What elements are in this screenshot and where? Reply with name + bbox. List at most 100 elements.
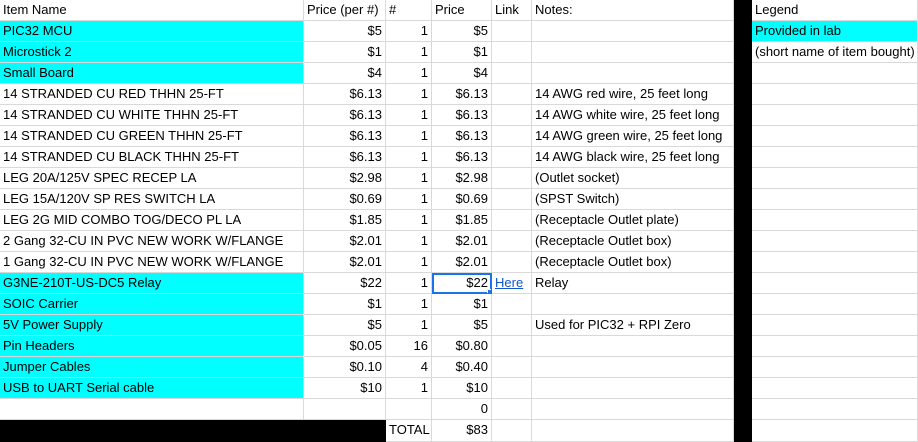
empty-cell[interactable] bbox=[752, 189, 918, 210]
price-cell[interactable]: $4 bbox=[432, 63, 492, 84]
legend-short-name[interactable]: (short name of item bought) bbox=[752, 42, 918, 63]
price-cell[interactable]: $10 bbox=[432, 378, 492, 399]
notes-cell[interactable]: (Outlet socket) bbox=[532, 168, 734, 189]
link-cell[interactable] bbox=[492, 252, 532, 273]
price-cell[interactable]: $0.80 bbox=[432, 336, 492, 357]
empty-cell[interactable] bbox=[752, 336, 918, 357]
empty-cell[interactable] bbox=[752, 105, 918, 126]
link-cell[interactable] bbox=[492, 231, 532, 252]
item-name-cell[interactable]: G3NE-210T-US-DC5 Relay bbox=[0, 273, 304, 294]
notes-cell[interactable]: 14 AWG red wire, 25 feet long bbox=[532, 84, 734, 105]
price-cell[interactable]: $1.85 bbox=[432, 210, 492, 231]
price-cell[interactable]: $6.13 bbox=[432, 147, 492, 168]
notes-cell[interactable] bbox=[532, 63, 734, 84]
qty-cell[interactable]: 1 bbox=[386, 84, 432, 105]
qty-cell[interactable]: 1 bbox=[386, 294, 432, 315]
zero-value-cell[interactable]: 0 bbox=[432, 399, 492, 420]
fill-handle[interactable] bbox=[487, 289, 491, 293]
empty-cell[interactable] bbox=[492, 399, 532, 420]
item-name-cell[interactable]: USB to UART Serial cable bbox=[0, 378, 304, 399]
price-cell[interactable]: $0.69 bbox=[432, 189, 492, 210]
link-cell[interactable] bbox=[492, 294, 532, 315]
link-here[interactable]: Here bbox=[495, 275, 523, 290]
price-cell[interactable]: $2.01 bbox=[432, 252, 492, 273]
item-name-cell[interactable]: LEG 20A/125V SPEC RECEP LA bbox=[0, 168, 304, 189]
total-value[interactable]: $83 bbox=[432, 420, 492, 442]
price-cell[interactable]: $2.98 bbox=[432, 168, 492, 189]
price-per-cell[interactable]: $1.85 bbox=[304, 210, 386, 231]
empty-cell[interactable] bbox=[752, 378, 918, 399]
price-per-cell[interactable]: $22 bbox=[304, 273, 386, 294]
item-name-cell[interactable]: Pin Headers bbox=[0, 336, 304, 357]
notes-cell[interactable]: 14 AWG black wire, 25 feet long bbox=[532, 147, 734, 168]
qty-cell[interactable]: 1 bbox=[386, 168, 432, 189]
item-name-cell[interactable]: 14 STRANDED CU BLACK THHN 25-FT bbox=[0, 147, 304, 168]
empty-cell[interactable] bbox=[752, 231, 918, 252]
item-name-cell[interactable]: Jumper Cables bbox=[0, 357, 304, 378]
notes-cell[interactable] bbox=[532, 294, 734, 315]
black-fill-cell[interactable] bbox=[304, 420, 386, 442]
notes-cell[interactable]: 14 AWG green wire, 25 feet long bbox=[532, 126, 734, 147]
link-cell[interactable] bbox=[492, 147, 532, 168]
empty-cell[interactable] bbox=[532, 399, 734, 420]
notes-cell[interactable]: (Receptacle Outlet plate) bbox=[532, 210, 734, 231]
empty-cell[interactable] bbox=[752, 147, 918, 168]
price-per-cell[interactable]: $2.98 bbox=[304, 168, 386, 189]
item-name-cell[interactable]: 14 STRANDED CU RED THHN 25-FT bbox=[0, 84, 304, 105]
qty-cell[interactable]: 1 bbox=[386, 252, 432, 273]
item-name-cell[interactable]: 5V Power Supply bbox=[0, 315, 304, 336]
link-cell[interactable] bbox=[492, 357, 532, 378]
price-cell[interactable]: $5 bbox=[432, 21, 492, 42]
link-cell[interactable] bbox=[492, 210, 532, 231]
link-cell[interactable] bbox=[492, 42, 532, 63]
legend-title[interactable]: Legend bbox=[752, 0, 918, 21]
empty-cell[interactable] bbox=[752, 63, 918, 84]
price-per-cell[interactable]: $6.13 bbox=[304, 84, 386, 105]
link-cell[interactable] bbox=[492, 126, 532, 147]
item-name-cell[interactable]: SOIC Carrier bbox=[0, 294, 304, 315]
header-item-name[interactable]: Item Name bbox=[0, 0, 304, 21]
qty-cell[interactable]: 1 bbox=[386, 231, 432, 252]
empty-cell[interactable] bbox=[752, 420, 918, 442]
price-cell[interactable]: $22 bbox=[432, 273, 492, 294]
price-per-cell[interactable]: $5 bbox=[304, 315, 386, 336]
qty-cell[interactable]: 1 bbox=[386, 210, 432, 231]
notes-cell[interactable]: 14 AWG white wire, 25 feet long bbox=[532, 105, 734, 126]
price-per-cell[interactable]: $6.13 bbox=[304, 105, 386, 126]
empty-cell[interactable] bbox=[0, 399, 304, 420]
empty-cell[interactable] bbox=[752, 252, 918, 273]
price-cell[interactable]: $1 bbox=[432, 294, 492, 315]
item-name-cell[interactable]: 2 Gang 32-CU IN PVC NEW WORK W/FLANGE bbox=[0, 231, 304, 252]
qty-cell[interactable]: 1 bbox=[386, 63, 432, 84]
legend-provided[interactable]: Provided in lab bbox=[752, 21, 918, 42]
price-per-cell[interactable]: $0.05 bbox=[304, 336, 386, 357]
qty-cell[interactable]: 1 bbox=[386, 189, 432, 210]
notes-cell[interactable] bbox=[532, 336, 734, 357]
empty-cell[interactable] bbox=[752, 273, 918, 294]
price-per-cell[interactable]: $4 bbox=[304, 63, 386, 84]
header-link[interactable]: Link bbox=[492, 0, 532, 21]
empty-cell[interactable] bbox=[752, 84, 918, 105]
link-cell[interactable] bbox=[492, 84, 532, 105]
notes-cell[interactable] bbox=[532, 378, 734, 399]
qty-cell[interactable]: 1 bbox=[386, 21, 432, 42]
link-cell[interactable] bbox=[492, 336, 532, 357]
item-name-cell[interactable]: Small Board bbox=[0, 63, 304, 84]
empty-cell[interactable] bbox=[752, 315, 918, 336]
item-name-cell[interactable]: 1 Gang 32-CU IN PVC NEW WORK W/FLANGE bbox=[0, 252, 304, 273]
empty-cell[interactable] bbox=[492, 420, 532, 442]
price-per-cell[interactable]: $5 bbox=[304, 21, 386, 42]
qty-cell[interactable]: 1 bbox=[386, 126, 432, 147]
empty-cell[interactable] bbox=[752, 399, 918, 420]
empty-cell[interactable] bbox=[752, 294, 918, 315]
item-name-cell[interactable]: LEG 15A/120V SP RES SWITCH LA bbox=[0, 189, 304, 210]
item-name-cell[interactable]: LEG 2G MID COMBO TOG/DECO PL LA bbox=[0, 210, 304, 231]
link-cell[interactable] bbox=[492, 63, 532, 84]
price-cell[interactable]: $5 bbox=[432, 315, 492, 336]
qty-cell[interactable]: 1 bbox=[386, 378, 432, 399]
price-per-cell[interactable]: $2.01 bbox=[304, 231, 386, 252]
price-per-cell[interactable]: $1 bbox=[304, 294, 386, 315]
price-per-cell[interactable]: $10 bbox=[304, 378, 386, 399]
notes-cell[interactable] bbox=[532, 21, 734, 42]
link-cell[interactable] bbox=[492, 21, 532, 42]
